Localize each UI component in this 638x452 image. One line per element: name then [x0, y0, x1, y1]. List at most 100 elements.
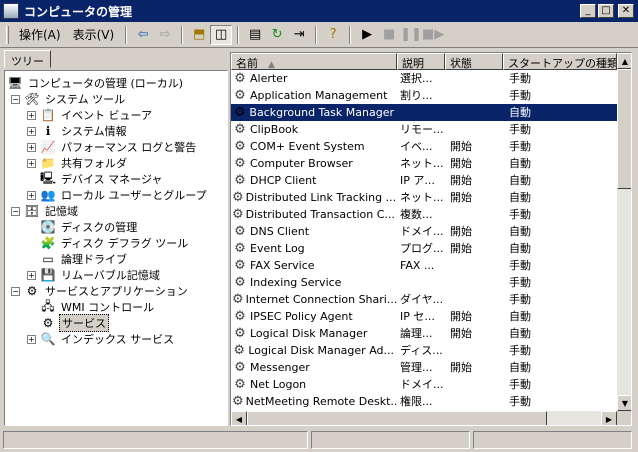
horizontal-scroll-thumb[interactable]	[247, 411, 547, 425]
service-row[interactable]: ⚙ Distributed Link Tracking ... ネット... 開始 自動	[231, 189, 617, 206]
tree-item[interactable]: + ℹ システム情報	[27, 123, 129, 139]
service-row[interactable]: ⚙ DNS Client ドメイ... 開始 自動	[231, 223, 617, 240]
tree-item[interactable]: + 📋 イベント ビューア	[27, 107, 154, 123]
collapse-icon[interactable]: −	[11, 286, 20, 296]
service-row[interactable]: ⚙ COM+ Event System イベ... 開始 手動	[231, 138, 617, 155]
service-row[interactable]: ⚙ DHCP Client IP ア... 開始 自動	[231, 172, 617, 189]
service-name: Distributed Transaction C...	[245, 208, 395, 221]
refresh-icon: ↻	[271, 27, 283, 42]
tree-item[interactable]: ▭ 論理ドライブ	[27, 251, 129, 267]
system-info-icon: ℹ	[45, 124, 51, 138]
toolbar-grip[interactable]	[6, 25, 9, 44]
service-row[interactable]: ⚙ Application Management 割り... 手動	[231, 87, 617, 104]
service-description: ネット...	[400, 157, 444, 170]
service-description: ドメイ...	[400, 225, 444, 238]
stop-icon: ■	[383, 27, 396, 42]
service-status	[445, 257, 503, 274]
service-row[interactable]: ⚙ Indexing Service 手動	[231, 274, 617, 291]
horizontal-scrollbar[interactable]: ◀ ▶	[231, 411, 617, 425]
help-button[interactable]: ?	[322, 25, 344, 45]
scroll-left-button[interactable]: ◀	[231, 411, 247, 425]
properties-button[interactable]: ▤	[244, 25, 266, 45]
up-folder-button[interactable]: ⬒	[188, 25, 210, 45]
tree-item[interactable]: 🖧 WMI コントロール	[27, 299, 156, 315]
left-triangle-icon: ◀	[235, 414, 243, 424]
collapse-icon[interactable]: −	[11, 94, 20, 104]
tree-item-label: システム情報	[61, 125, 127, 138]
scroll-down-button[interactable]: ▼	[617, 395, 631, 411]
expand-icon[interactable]: +	[27, 270, 36, 280]
tree-item[interactable]: + 👥 ローカル ユーザーとグループ	[27, 187, 209, 203]
expand-icon[interactable]: +	[27, 334, 36, 344]
service-startup-type: 手動	[509, 344, 531, 357]
tree-item[interactable]: + 🔍 インデックス サービス	[27, 331, 176, 347]
service-startup-type: 自動	[509, 191, 531, 204]
service-gear-icon: ⚙	[234, 71, 246, 86]
service-row[interactable]: ⚙ Computer Browser ネット... 開始 自動	[231, 155, 617, 172]
service-row[interactable]: ⚙ IPSEC Policy Agent IP セ... 開始 自動	[231, 308, 617, 325]
column-header-startup-type[interactable]: スタートアップの種類	[503, 53, 617, 70]
tree-item[interactable]: + 💾 リムーバブル記憶域	[27, 267, 162, 283]
column-header-description[interactable]: 説明	[397, 53, 445, 70]
service-row[interactable]: ⚙ NetMeeting Remote Deskt... 権限... 手動	[231, 393, 617, 410]
maximize-button[interactable]: □	[598, 4, 614, 18]
tab-tree[interactable]: ツリー	[4, 50, 51, 68]
close-button[interactable]: ✕	[618, 4, 634, 18]
tree-pane[interactable]: 🖥 コンピュータの管理 (ローカル) − 🛠 システム ツール + 📋 イベント ビューア + ℹ…	[4, 70, 228, 426]
service-startup-type: 手動	[509, 140, 531, 153]
refresh-button[interactable]: ↻	[266, 25, 288, 45]
scroll-up-button[interactable]: ▲	[617, 53, 631, 69]
collapse-icon[interactable]: −	[11, 206, 20, 216]
tree-item[interactable]: − 🗄 記憶域	[11, 203, 80, 219]
column-header-name[interactable]: 名前 ▲	[231, 53, 397, 70]
computer-management-icon	[3, 3, 19, 19]
restart-service-button[interactable]: ■▶	[422, 25, 444, 45]
tree-item[interactable]: 🖥 コンピュータの管理 (ローカル)	[7, 75, 185, 91]
tree-item[interactable]: 🧩 ディスク デフラグ ツール	[27, 235, 190, 251]
service-row[interactable]: ⚙ Distributed Transaction C... 複数... 手動	[231, 206, 617, 223]
tree-item[interactable]: 💽 ディスクの管理	[27, 219, 139, 235]
back-button[interactable]: ⇦	[132, 25, 154, 45]
tree-item[interactable]: − ⚙ サービスとアプリケーション	[11, 283, 190, 299]
service-row[interactable]: ⚙ Event Log プログ... 開始 自動	[231, 240, 617, 257]
vertical-scroll-thumb[interactable]	[617, 69, 631, 189]
service-name: Application Management	[250, 89, 388, 102]
vertical-scrollbar[interactable]: ▲ ▼	[617, 53, 631, 411]
tree-item[interactable]: ⚙ サービス	[27, 314, 109, 332]
export-list-button[interactable]: ⇥	[288, 25, 310, 45]
service-row[interactable]: ⚙ FAX Service FAX ... 手動	[231, 257, 617, 274]
column-header-status[interactable]: 状態	[445, 53, 503, 70]
service-row[interactable]: ⚙ Internet Connection Shari... ダイヤ... 手動	[231, 291, 617, 308]
services-list-pane[interactable]: 名前 ▲ 説明 状態 スタートアップの種類 ⚙ Alerter 選択... 手動 ⚙ App…	[230, 52, 632, 426]
pause-service-button[interactable]: ❚❚	[400, 25, 422, 45]
service-row[interactable]: ⚙ Logical Disk Manager Ad... ディス... 手動	[231, 342, 617, 359]
stop-service-button[interactable]: ■	[378, 25, 400, 45]
menu-view[interactable]: 表示(V)	[67, 24, 121, 45]
menu-action[interactable]: 操作(A)	[13, 24, 67, 45]
service-row[interactable]: ⚙ Net Logon ドメイ... 手動	[231, 376, 617, 393]
expand-icon[interactable]: +	[27, 158, 36, 168]
tree-item[interactable]: + 📈 パフォーマンス ログと警告	[27, 139, 198, 155]
tree-item[interactable]: 🖳 デバイス マネージャ	[27, 171, 164, 187]
users-icon: 👥	[40, 188, 56, 202]
start-service-button[interactable]: ▶	[356, 25, 378, 45]
show-hide-tree-button[interactable]: ◫	[210, 24, 233, 45]
service-row[interactable]: ⚙ Logical Disk Manager 論理... 開始 自動	[231, 325, 617, 342]
tree-item[interactable]: − 🛠 システム ツール	[11, 91, 127, 107]
forward-button[interactable]: ⇨	[154, 25, 176, 45]
status-panel	[310, 431, 470, 449]
service-name: Event Log	[250, 242, 305, 255]
scroll-right-button[interactable]: ▶	[601, 411, 617, 425]
service-row[interactable]: ⚙ Alerter 選択... 手動	[231, 70, 617, 87]
minimize-button[interactable]: _	[580, 4, 596, 18]
service-name-cell: ⚙ Computer Browser	[231, 155, 397, 172]
service-row[interactable]: ⚙ ClipBook リモー... 手動	[231, 121, 617, 138]
expand-icon[interactable]: +	[27, 142, 36, 152]
expand-icon[interactable]: +	[27, 110, 36, 120]
tree-item-label: イベント ビューア	[61, 109, 153, 122]
expand-icon[interactable]: +	[27, 126, 36, 136]
service-row[interactable]: ⚙ Messenger 管理... 開始 自動	[231, 359, 617, 376]
service-row[interactable]: ⚙ Background Task Manager 自動	[231, 104, 617, 121]
expand-icon[interactable]: +	[27, 190, 36, 200]
service-status: 開始	[450, 327, 472, 340]
